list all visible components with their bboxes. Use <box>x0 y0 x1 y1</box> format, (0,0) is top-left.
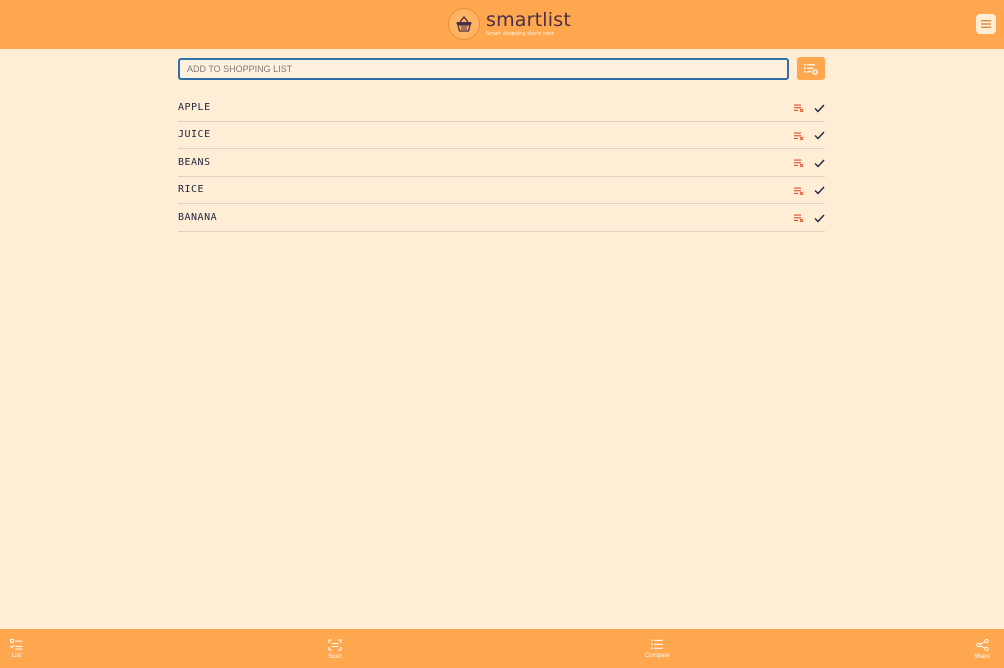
list-item: BANANA <box>178 204 825 232</box>
list-item: RICE <box>178 177 825 204</box>
list-remove-icon <box>794 159 804 167</box>
list-add-icon <box>804 63 818 75</box>
checkmark-icon <box>814 214 825 223</box>
scan-icon <box>328 639 342 651</box>
list-remove-icon <box>794 104 804 112</box>
item-name: JUICE <box>178 129 211 141</box>
brand[interactable]: smartlist Smart shopping starts here <box>448 7 571 41</box>
nav-list-label: List <box>11 653 22 659</box>
list-item: JUICE <box>178 122 825 149</box>
shopping-list: APPLE JUICE BEANS RICE BANANA <box>178 94 825 232</box>
nav-share[interactable]: Share <box>974 639 990 660</box>
check-item-button[interactable] <box>813 130 825 142</box>
brand-name: smartlist <box>486 9 572 31</box>
app-header: smartlist Smart shopping starts here <box>0 0 1004 49</box>
bottom-nav: List Scan Compare Share <box>0 629 1004 668</box>
nav-scan[interactable]: Scan <box>328 639 342 660</box>
check-item-button[interactable] <box>813 185 825 197</box>
checkmark-icon <box>814 186 825 195</box>
item-name: BANANA <box>178 211 218 223</box>
checkmark-icon <box>814 159 825 168</box>
share-icon <box>975 639 989 651</box>
list-remove-icon <box>794 132 804 140</box>
checkmark-icon <box>814 104 825 113</box>
remove-item-button[interactable] <box>793 158 805 168</box>
list-item: APPLE <box>178 94 825 122</box>
list-icon <box>650 639 663 650</box>
item-name: RICE <box>178 184 205 196</box>
nav-compare-label: Compare <box>645 653 670 659</box>
remove-item-button[interactable] <box>793 186 805 196</box>
remove-item-button[interactable] <box>793 131 805 141</box>
menu-button[interactable] <box>976 14 996 34</box>
hamburger-menu-icon <box>981 20 991 28</box>
nav-share-label: Share <box>974 654 991 660</box>
remove-item-button[interactable] <box>793 213 805 223</box>
check-item-button[interactable] <box>813 157 825 169</box>
list-remove-icon <box>794 214 804 222</box>
nav-scan-label: Scan <box>328 654 342 660</box>
add-item-button[interactable] <box>797 57 825 80</box>
nav-list[interactable]: List <box>10 639 23 659</box>
checkmark-icon <box>814 131 825 140</box>
list-item: BEANS <box>178 149 825 177</box>
basket-logo-icon <box>448 8 480 40</box>
check-item-button[interactable] <box>813 212 825 224</box>
app-root: smartlist Smart shopping starts here ADD… <box>0 0 1004 668</box>
item-name: BEANS <box>178 156 211 168</box>
item-name: APPLE <box>178 101 211 113</box>
brand-tagline: Smart shopping starts here <box>486 31 555 37</box>
add-item-input[interactable] <box>178 58 789 80</box>
checklist-icon <box>10 639 23 650</box>
remove-item-button[interactable] <box>793 103 805 113</box>
nav-compare[interactable]: Compare <box>645 639 670 659</box>
list-remove-icon <box>794 187 804 195</box>
check-item-button[interactable] <box>813 102 825 114</box>
